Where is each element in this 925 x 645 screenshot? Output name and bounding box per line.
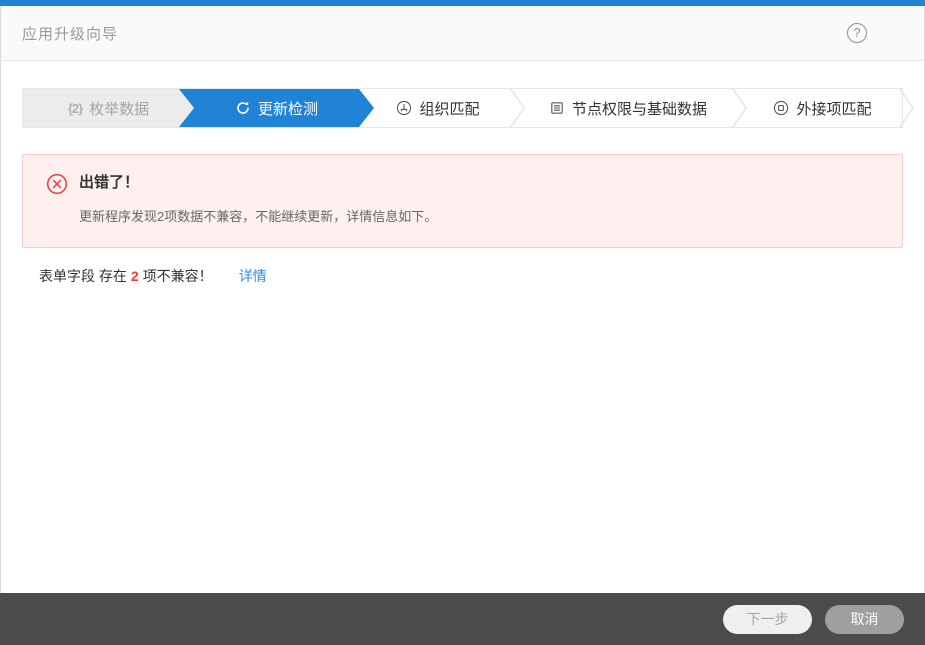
step-label: 更新检测 bbox=[257, 100, 318, 118]
error-title: 出错了！ bbox=[79, 174, 140, 191]
step-separator-chevron bbox=[898, 88, 914, 128]
issue-prefix: 表单字段 存在 bbox=[39, 268, 127, 284]
step-label: 节点权限与基础数据 bbox=[571, 100, 707, 118]
step-org-match[interactable]: 组织匹配 bbox=[359, 88, 525, 128]
step-label: 组织匹配 bbox=[419, 100, 480, 118]
org-match-icon bbox=[396, 100, 412, 116]
error-message: 更新程序发现2项数据不兼容，不能继续更新，详情信息如下。 bbox=[79, 209, 438, 224]
step-label: 枚举数据 bbox=[89, 100, 150, 118]
error-circle-x-icon bbox=[46, 173, 68, 200]
help-icon[interactable]: ? bbox=[847, 23, 867, 43]
step-breadcrumb: {2} 枚举数据 更新检测 组织匹配 节点权限与基础数据 外接项匹配 bbox=[22, 88, 914, 128]
error-alert-body: 出错了！ 更新程序发现2项数据不兼容，不能继续更新，详情信息如下。 bbox=[79, 172, 437, 225]
page-title: 应用升级向导 bbox=[22, 25, 119, 43]
list-doc-icon bbox=[549, 100, 565, 116]
incompatible-summary-row: 表单字段 存在 2 项不兼容！ 详情 bbox=[39, 266, 903, 286]
step-node-permission[interactable]: 节点权限与基础数据 bbox=[517, 88, 747, 128]
error-alert: 出错了！ 更新程序发现2项数据不兼容，不能继续更新，详情信息如下。 bbox=[22, 154, 903, 248]
wizard-content: {2} 枚举数据 更新检测 组织匹配 节点权限与基础数据 外接项匹配 出错了！ … bbox=[0, 61, 925, 593]
footer-bar: 下一步 取消 bbox=[0, 593, 925, 645]
issue-suffix: 项不兼容！ bbox=[142, 268, 213, 284]
detail-link[interactable]: 详情 bbox=[239, 266, 267, 286]
refresh-icon bbox=[235, 100, 251, 116]
upgrade-wizard-window: 应用升级向导 ? {2} 枚举数据 更新检测 组织匹配 节点权限与基础数据 外接… bbox=[0, 0, 925, 645]
step-enum-data[interactable]: {2} 枚举数据 bbox=[23, 89, 194, 127]
issue-count: 2 bbox=[130, 268, 139, 284]
next-step-button[interactable]: 下一步 bbox=[723, 604, 812, 634]
enum-data-icon: {2} bbox=[67, 100, 83, 116]
wizard-header: 应用升级向导 ? bbox=[0, 6, 925, 61]
cancel-button[interactable]: 取消 bbox=[825, 604, 904, 634]
step-external-match[interactable]: 外接项匹配 bbox=[739, 88, 914, 128]
external-item-icon bbox=[773, 100, 789, 116]
step-label: 外接项匹配 bbox=[796, 100, 872, 118]
step-update-check[interactable]: 更新检测 bbox=[179, 89, 374, 127]
